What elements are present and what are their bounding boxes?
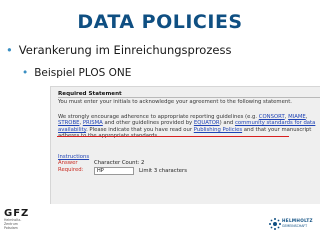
bullet-text: Verankerung im Einreichungsprozess	[18, 43, 232, 57]
bullet-dot-icon: •	[6, 43, 13, 57]
para-text: . Please indicate that you have read our	[86, 126, 194, 133]
helmholtz-name: HELMHOLTZ	[282, 218, 313, 223]
para-text: We strongly encourage adherence to appro…	[58, 114, 259, 120]
helmholtz-emblem-icon	[269, 218, 281, 230]
plos-form-screenshot: Required Statement You must enter your i…	[50, 86, 320, 204]
slide-title: DATA POLICIES	[77, 11, 243, 33]
heading-divider	[58, 97, 320, 98]
initials-input[interactable]: HP	[94, 167, 134, 175]
sub-bullet-item: • Beispiel PLOS ONE	[22, 67, 131, 79]
gfz-logo: GFZ Helmholtz-Zentrum Potsdam	[4, 208, 34, 236]
helmholtz-logo: HELMHOLTZ GEMEINSCHAFT	[268, 214, 318, 236]
para-text: ,	[305, 114, 308, 120]
helmholtz-subtitle: GEMEINSCHAFT	[282, 224, 308, 228]
equator-link[interactable]: EQUATOR	[194, 120, 220, 126]
answer-block: Instructions Answer Required:	[58, 154, 89, 173]
para-text: and other guidelines provided by	[102, 120, 194, 127]
acknowledge-text: You must enter your initials to acknowle…	[58, 99, 292, 105]
miame-link[interactable]: MIAME	[288, 114, 306, 120]
para-text: ,	[284, 114, 287, 120]
strobe-link[interactable]: STROBE	[58, 120, 79, 126]
highlight-underline	[57, 133, 289, 137]
para-text: ) and	[219, 120, 235, 127]
sub-bullet-text: Beispiel PLOS ONE	[34, 67, 132, 79]
gfz-logo-subtitle: Potsdam	[4, 225, 18, 230]
required-label: Required:	[58, 166, 84, 173]
prisma-link[interactable]: PRISMA	[83, 120, 103, 126]
character-limit: Limit 3 characters	[139, 168, 187, 174]
bullet-item: • Verankerung im Einreichungsprozess	[6, 43, 231, 57]
consort-link[interactable]: CONSORT	[259, 114, 285, 120]
bullet-dot-icon: •	[22, 67, 29, 79]
character-count: Character Count: 2	[94, 160, 145, 166]
publishing-policies-link[interactable]: Publishing Policies	[194, 127, 242, 133]
